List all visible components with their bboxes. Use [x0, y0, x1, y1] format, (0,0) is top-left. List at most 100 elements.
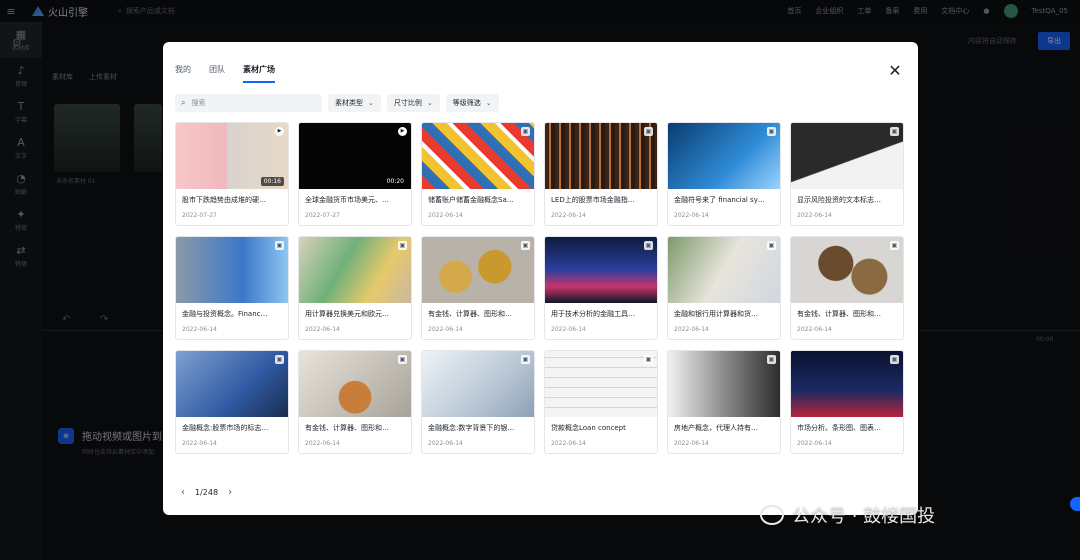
asset-card[interactable]: ▣ 房地产概念，代理人持有… 2022-06-14: [667, 350, 781, 454]
image-type-icon: ▣: [275, 355, 284, 364]
asset-card[interactable]: ▣ 金融概念:数字背景下的银… 2022-06-14: [421, 350, 535, 454]
asset-date: 2022-06-14: [674, 212, 709, 219]
asset-thumbnail: ▣: [176, 351, 288, 417]
asset-title: 金融与投资概念。Financ…: [182, 310, 268, 318]
image-type-icon: ▣: [767, 355, 776, 364]
asset-search-input[interactable]: [191, 99, 302, 107]
tab-team[interactable]: 团队: [209, 64, 225, 83]
asset-thumbnail: ▣: [791, 237, 903, 303]
asset-thumbnail: ▣: [176, 237, 288, 303]
page-indicator: 1/248: [195, 488, 219, 497]
asset-thumbnail: ▣: [791, 351, 903, 417]
image-type-icon: ▣: [767, 241, 776, 250]
asset-card[interactable]: ▣ 有金钱、计算器、图形和… 2022-06-14: [298, 350, 412, 454]
asset-date: 2022-06-14: [182, 326, 217, 333]
asset-date: 2022-06-14: [428, 440, 463, 447]
asset-date: 2022-06-14: [551, 212, 586, 219]
asset-thumbnail: ▣: [299, 351, 411, 417]
asset-thumbnail: ▣: [422, 351, 534, 417]
image-type-icon: ▣: [521, 127, 530, 136]
filter-label: 尺寸比例: [393, 99, 422, 107]
image-type-icon: ▣: [890, 355, 899, 364]
watermark-text: 公众号 · 鼓楼国投: [792, 506, 936, 527]
asset-title: 有金钱、计算器、图形和…: [797, 310, 881, 318]
asset-title: 用于技术分析的金融工具…: [551, 310, 635, 318]
filter-aspect-ratio[interactable]: 尺寸比例 ⌄: [386, 94, 440, 112]
next-page-icon[interactable]: ›: [228, 487, 232, 498]
video-play-icon: ▶: [398, 127, 407, 136]
close-icon[interactable]: ✕: [887, 63, 903, 79]
filter-bar: ⌕ 素材类型 ⌄ 尺寸比例 ⌄ 等级筛选 ⌄: [175, 94, 499, 112]
image-type-icon: ▣: [644, 127, 653, 136]
asset-card[interactable]: ▣ 有金钱、计算器、图形和… 2022-06-14: [421, 236, 535, 340]
video-duration: 00:20: [383, 177, 407, 186]
side-collapse-handle[interactable]: [1070, 497, 1080, 511]
asset-date: 2022-07-27: [182, 212, 217, 219]
asset-date: 2022-06-14: [305, 440, 340, 447]
asset-thumbnail: ▣: [545, 351, 657, 417]
asset-thumbnail: ▣: [668, 123, 780, 189]
asset-search[interactable]: ⌕: [175, 94, 322, 112]
filter-label: 等级筛选: [452, 99, 481, 107]
asset-thumbnail: ▣: [545, 237, 657, 303]
asset-thumbnail: ▶ 00:16: [176, 123, 288, 189]
asset-title: 股市下跌趋势由成堆的硬…: [182, 196, 266, 204]
asset-title: 显示风险投资的文本标志…: [797, 196, 881, 204]
asset-card[interactable]: ▶ 00:20 全球金融货币市场美元、… 2022-07-27: [298, 122, 412, 226]
filter-level[interactable]: 等级筛选 ⌄: [445, 94, 499, 112]
asset-card[interactable]: ▣ 金融符号来了 financial sy… 2022-06-14: [667, 122, 781, 226]
asset-title: 贷款概念Loan concept: [551, 424, 626, 432]
image-type-icon: ▣: [521, 241, 530, 250]
asset-card[interactable]: ▣ LED上的股票市场金融指… 2022-06-14: [544, 122, 658, 226]
asset-date: 2022-06-14: [551, 326, 586, 333]
asset-thumbnail: ▣: [299, 237, 411, 303]
pagination: ‹ 1/248 ›: [181, 487, 232, 498]
image-type-icon: ▣: [398, 241, 407, 250]
wechat-icon: [760, 505, 784, 525]
asset-date: 2022-06-14: [674, 440, 709, 447]
asset-title: 用计算器兑换美元和欧元…: [305, 310, 389, 318]
tab-asset-market[interactable]: 素材广场: [243, 64, 275, 83]
tab-mine[interactable]: 我的: [175, 64, 191, 83]
asset-thumbnail: ▣: [668, 237, 780, 303]
search-icon: ⌕: [181, 98, 186, 107]
asset-date: 2022-06-14: [428, 212, 463, 219]
asset-card[interactable]: ▣ 有金钱、计算器、图形和… 2022-06-14: [790, 236, 904, 340]
asset-title: LED上的股票市场金融指…: [551, 196, 635, 204]
asset-thumbnail: ▣: [668, 351, 780, 417]
asset-title: 金融符号来了 financial sy…: [674, 196, 765, 204]
image-type-icon: ▣: [398, 355, 407, 364]
asset-title: 房地产概念，代理人持有…: [674, 424, 758, 432]
asset-date: 2022-06-14: [551, 440, 586, 447]
asset-date: 2022-07-27: [305, 212, 340, 219]
asset-title: 全球金融货币市场美元、…: [305, 196, 389, 204]
asset-card[interactable]: ▣ 金融与投资概念。Financ… 2022-06-14: [175, 236, 289, 340]
asset-date: 2022-06-14: [305, 326, 340, 333]
image-type-icon: ▣: [275, 241, 284, 250]
image-type-icon: ▣: [890, 127, 899, 136]
filter-asset-type[interactable]: 素材类型 ⌄: [328, 94, 381, 112]
asset-title: 市场分析。条形图、图表…: [797, 424, 881, 432]
asset-card[interactable]: ▶ 00:16 股市下跌趋势由成堆的硬… 2022-07-27: [175, 122, 289, 226]
asset-title: 有金钱、计算器、图形和…: [305, 424, 389, 432]
asset-card[interactable]: ▣ 金融和银行用计算器和货… 2022-06-14: [667, 236, 781, 340]
prev-page-icon[interactable]: ‹: [181, 487, 185, 498]
asset-thumbnail: ▣: [791, 123, 903, 189]
filter-label: 素材类型: [335, 99, 363, 107]
asset-date: 2022-06-14: [182, 440, 217, 447]
video-duration: 00:16: [260, 177, 284, 186]
asset-date: 2022-06-14: [674, 326, 709, 333]
asset-title: 有金钱、计算器、图形和…: [428, 310, 512, 318]
image-type-icon: ▣: [890, 241, 899, 250]
asset-library-modal: 我的 团队 素材广场 ✕ ⌕ 素材类型 ⌄ 尺寸比例 ⌄ 等级筛选 ⌄ ▶ 00:…: [163, 42, 918, 515]
asset-card[interactable]: ▣ 贷款概念Loan concept 2022-06-14: [544, 350, 658, 454]
asset-card[interactable]: ▣ 金融概念:股票市场的标志… 2022-06-14: [175, 350, 289, 454]
asset-card[interactable]: ▣ 储蓄账户储蓄金融概念Sa… 2022-06-14: [421, 122, 535, 226]
chevron-down-icon: ⌄: [368, 99, 374, 107]
wechat-watermark: 公众号 · 鼓楼国投: [760, 502, 935, 528]
asset-card[interactable]: ▣ 用计算器兑换美元和欧元… 2022-06-14: [298, 236, 412, 340]
asset-card[interactable]: ▣ 用于技术分析的金融工具… 2022-06-14: [544, 236, 658, 340]
asset-thumbnail: ▶ 00:20: [299, 123, 411, 189]
asset-card[interactable]: ▣ 显示风险投资的文本标志… 2022-06-14: [790, 122, 904, 226]
asset-card[interactable]: ▣ 市场分析。条形图、图表… 2022-06-14: [790, 350, 904, 454]
